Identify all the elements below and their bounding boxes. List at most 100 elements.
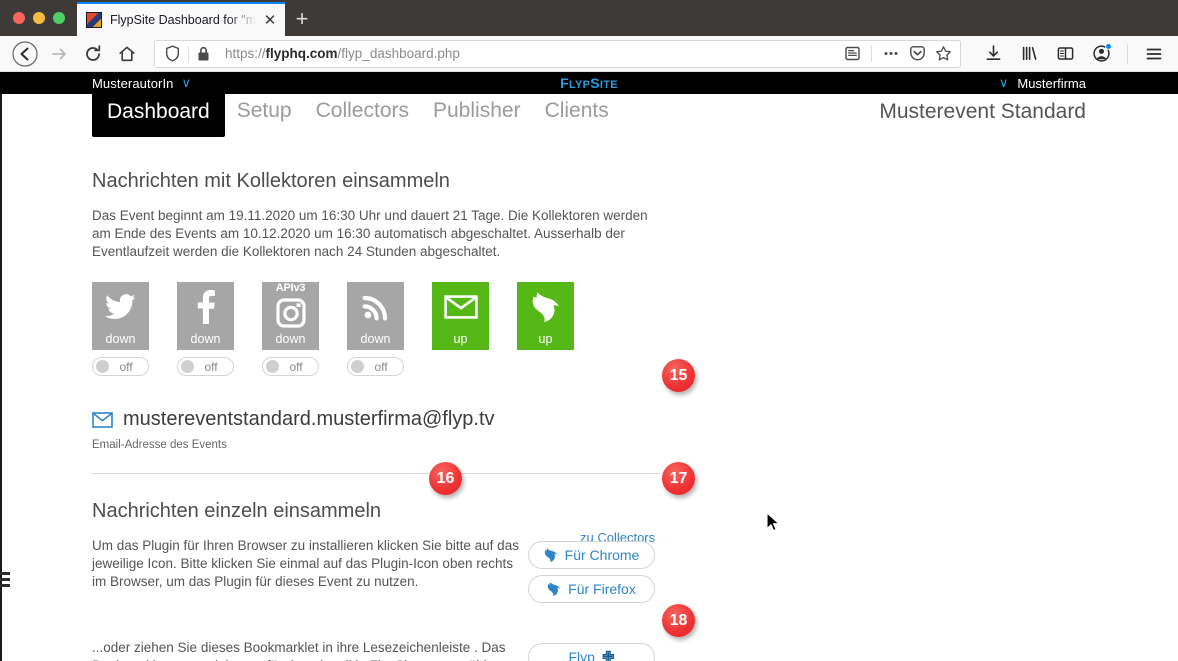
brand-lyp: LYP <box>568 79 591 91</box>
tab-publisher[interactable]: Publisher <box>421 94 533 132</box>
dolphin-icon <box>517 282 574 332</box>
event-email-row: mustereventstandard.musterfirma@flyp.tv <box>92 408 1178 431</box>
bookmarklet-button[interactable]: Flyp ✙ <box>528 643 655 661</box>
event-email-address[interactable]: mustereventstandard.musterfirma@flyp.tv <box>123 408 495 431</box>
instagram-icon <box>262 294 319 332</box>
collector-toggle[interactable]: off <box>177 357 234 377</box>
org-menu[interactable]: ∨ Musterfirma <box>999 75 1086 91</box>
collector-state: down <box>105 332 136 347</box>
instagram-api-version-label: APIv3 <box>275 282 306 295</box>
close-window-button[interactable] <box>13 12 25 24</box>
browser-toolbar: https://flyphq.com/flyp_dashboard.php <box>0 36 1178 72</box>
install-chrome-label: Für Chrome <box>564 547 640 564</box>
annotation-badge-17: 17 <box>662 462 695 495</box>
reload-icon[interactable] <box>76 39 110 69</box>
collector-state: up <box>453 332 468 347</box>
collector-state: down <box>360 332 391 347</box>
collector-state: down <box>190 332 221 347</box>
tab-collectors[interactable]: Collectors <box>304 94 421 132</box>
maximize-window-button[interactable] <box>53 12 65 24</box>
window-controls <box>0 12 77 36</box>
install-firefox-button[interactable]: Für Firefox <box>528 575 655 604</box>
library-icon[interactable] <box>1013 39 1045 69</box>
collector-state: up <box>538 332 553 347</box>
account-icon[interactable] <box>1085 39 1117 69</box>
page-content: Nachrichten mit Kollektoren einsammeln D… <box>0 142 1178 661</box>
bookmarklet-label: Flyp <box>568 649 595 661</box>
flypsite-favicon <box>86 12 102 28</box>
main-nav: Dashboard Setup Collectors Publisher Cli… <box>0 93 1178 142</box>
app-menu-icon[interactable] <box>1138 39 1170 69</box>
browser-tab[interactable]: FlypSite Dashboard for "muster ✕ <box>77 2 285 36</box>
toggle-knob <box>96 360 109 374</box>
twitter-icon <box>92 282 149 332</box>
section-bookmarklet: ...oder ziehen Sie dieses Bookmarklet in… <box>92 639 1178 661</box>
brand-s: S <box>590 75 600 91</box>
divider <box>871 45 872 62</box>
collector-instagram: APIv3 down off <box>262 282 319 377</box>
sidebars-icon[interactable] <box>1049 39 1081 69</box>
collector-tile[interactable]: APIv3 down <box>262 282 319 351</box>
collector-facebook: down off <box>177 282 234 377</box>
address-bar-actions <box>844 45 956 62</box>
collector-rss: down off <box>347 282 404 377</box>
section-heading-plugins: Nachrichten einzeln einsammeln <box>92 500 382 523</box>
annotation-badge-16: 16 <box>429 462 462 495</box>
tab-dashboard[interactable]: Dashboard <box>92 93 225 138</box>
collector-tile[interactable]: down <box>92 282 149 351</box>
forward-icon[interactable] <box>42 39 76 69</box>
facebook-icon <box>177 282 234 332</box>
envelope-icon <box>432 282 489 332</box>
minimize-window-button[interactable] <box>33 12 45 24</box>
section-paragraph-bookmarklet: ...oder ziehen Sie dieses Bookmarklet in… <box>92 640 506 661</box>
toggle-label: off <box>119 359 133 374</box>
install-firefox-label: Für Firefox <box>568 581 636 598</box>
back-icon[interactable] <box>8 39 42 69</box>
annotation-badge-18: 18 <box>662 604 695 637</box>
chevron-down-icon: ∨ <box>998 75 1009 90</box>
collector-tile[interactable]: down <box>347 282 404 351</box>
dolphin-icon <box>544 548 557 563</box>
pocket-icon <box>910 46 925 61</box>
rss-icon <box>347 282 404 332</box>
tab-setup[interactable]: Setup <box>225 94 304 132</box>
toggle-knob <box>266 360 279 374</box>
browser-actions <box>971 39 1170 69</box>
collector-tile[interactable]: down <box>177 282 234 351</box>
mouse-cursor <box>766 512 780 532</box>
collector-toggle[interactable]: off <box>347 357 404 377</box>
section-heading-collectors: Nachrichten mit Kollektoren einsammeln <box>92 170 450 192</box>
collector-email: up <box>432 282 489 376</box>
bookmark-star-icon <box>936 46 951 61</box>
collector-state: down <box>275 332 306 347</box>
collector-flyp: up <box>517 282 574 376</box>
install-chrome-button[interactable]: Für Chrome <box>528 541 655 570</box>
section-plugins: Nachrichten einzeln einsammeln Um das Pl… <box>92 500 1178 661</box>
brand-f: F <box>560 75 569 91</box>
tab-clients[interactable]: Clients <box>533 94 621 132</box>
shield-icon <box>166 45 179 62</box>
envelope-icon <box>92 412 113 428</box>
page-actions-icon <box>884 52 898 55</box>
downloads-icon[interactable] <box>977 39 1009 69</box>
url-text[interactable]: https://flyphq.com/flyp_dashboard.php <box>217 46 844 61</box>
collector-twitter: down off <box>92 282 149 377</box>
tab-strip: FlypSite Dashboard for "muster ✕ + <box>0 0 1178 36</box>
collector-toggle[interactable]: off <box>262 357 319 377</box>
divider <box>1127 43 1128 64</box>
new-tab-button[interactable]: + <box>285 2 319 36</box>
close-icon[interactable]: ✕ <box>261 11 279 29</box>
collector-toggle[interactable]: off <box>92 357 149 377</box>
home-icon[interactable] <box>110 39 144 69</box>
browser-window: FlypSite Dashboard for "muster ✕ + https… <box>0 0 1178 661</box>
address-bar[interactable]: https://flyphq.com/flyp_dashboard.php <box>154 39 961 68</box>
lock-icon <box>198 46 209 60</box>
collector-tile[interactable]: up <box>517 282 574 351</box>
collector-tile[interactable]: up <box>432 282 489 351</box>
site-identity-block[interactable] <box>159 45 217 62</box>
divider <box>188 45 189 62</box>
dolphin-icon <box>547 582 561 597</box>
toggle-knob <box>181 360 194 374</box>
toggle-label: off <box>374 359 388 374</box>
page-viewport: MusterautorIn ∨ FLYPSITE ∨ Musterfirma D… <box>0 72 1178 661</box>
